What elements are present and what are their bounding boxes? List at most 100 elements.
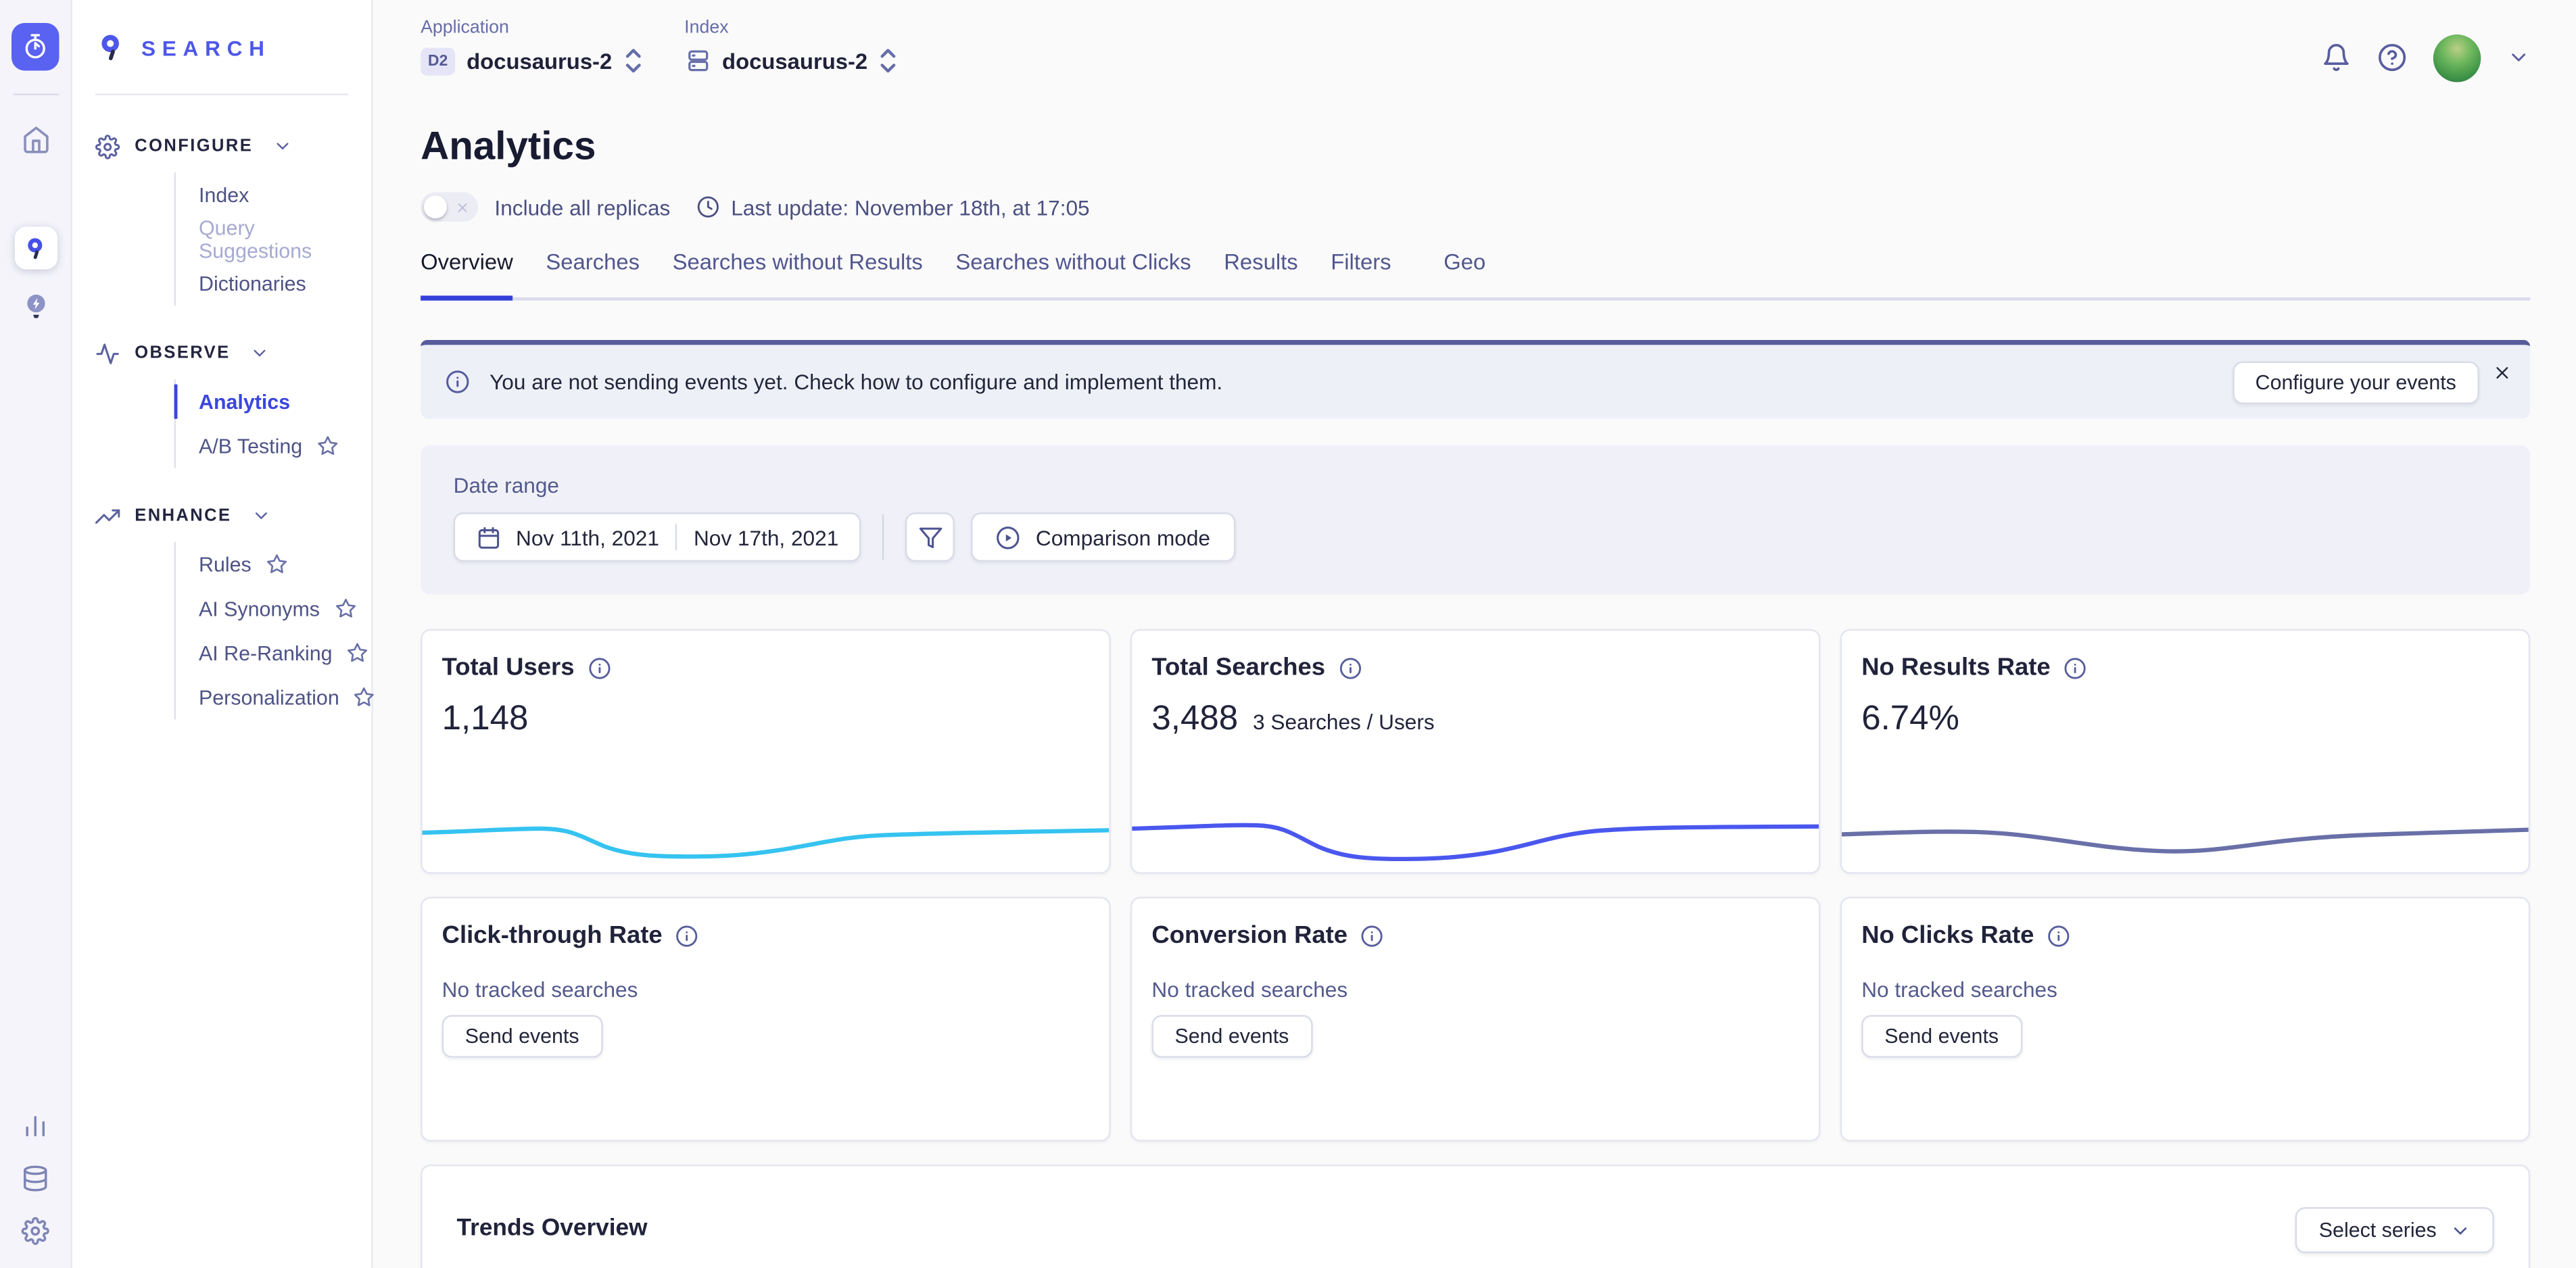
search-product-tile[interactable] (14, 226, 57, 269)
main-area: Application D2 docusaurus-2 Index (373, 0, 2576, 1268)
date-pipe-divider (675, 524, 677, 550)
search-logo[interactable]: SEARCH (72, 23, 371, 72)
card-title: Conversion Rate (1151, 921, 1347, 949)
info-icon[interactable] (675, 924, 698, 947)
application-selector[interactable]: D2 docusaurus-2 (421, 46, 642, 76)
date-range-picker[interactable]: Nov 11th, 2021 Nov 17th, 2021 (454, 512, 862, 562)
top-bar: Application D2 docusaurus-2 Index (421, 0, 2530, 110)
no-results-rate-card: No Results Rate 6.74% (1840, 629, 2531, 874)
total-users-card: Total Users 1,148 (421, 629, 1111, 874)
section-label: CONFIGURE (135, 137, 253, 156)
sidebar-item-query-suggestions[interactable]: Query Suggestions (176, 217, 371, 262)
icon-rail (0, 0, 72, 1268)
bar-chart-icon[interactable] (22, 1112, 49, 1140)
crawler-app-tile[interactable] (11, 23, 59, 70)
sidebar-item-personalization[interactable]: Personalization (176, 675, 371, 720)
info-icon[interactable] (1339, 656, 1362, 679)
no-clicks-rate-card: No Clicks Rate No tracked searches Send … (1840, 897, 2531, 1142)
sidebar-item-analytics[interactable]: Analytics (176, 379, 371, 424)
sidebar-item-index[interactable]: Index (176, 172, 371, 217)
include-replicas-toggle[interactable] (421, 192, 478, 222)
info-icon[interactable] (2047, 924, 2070, 947)
card-title: Total Searches (1151, 654, 1325, 681)
sidebar-item-ab-testing[interactable]: A/B Testing (176, 424, 371, 468)
events-banner: You are not sending events yet. Check ho… (421, 340, 2530, 419)
top-bar-actions (2322, 22, 2531, 94)
sidebar-item-ai-re-ranking[interactable]: AI Re-Ranking (176, 631, 371, 675)
tab-searches-without-clicks[interactable]: Searches without Clicks (955, 249, 1191, 300)
filter-button[interactable] (906, 512, 955, 562)
last-update-text: Last update: November 18th, at 17:05 (731, 195, 1089, 219)
nav-section-observe: OBSERVE Analytics A/B Testing (72, 337, 371, 468)
activity-icon (95, 341, 120, 365)
star-icon (347, 642, 368, 664)
close-icon[interactable] (2492, 363, 2512, 383)
gear-icon[interactable] (22, 1217, 49, 1245)
tab-geo[interactable]: Geo (1444, 249, 1485, 300)
comparison-mode-button[interactable]: Comparison mode (972, 512, 1235, 562)
calendar-icon (477, 525, 501, 549)
comparison-mode-label: Comparison mode (1036, 525, 1210, 549)
vertical-divider (883, 514, 884, 560)
stopwatch-icon (22, 33, 49, 61)
card-value: 1,148 (442, 700, 529, 739)
lightbulb-bolt-icon (20, 291, 50, 324)
section-header-observe[interactable]: OBSERVE (72, 337, 371, 370)
select-series-button[interactable]: Select series (2296, 1207, 2494, 1253)
tab-filters[interactable]: Filters (1331, 249, 1391, 300)
info-icon[interactable] (2064, 656, 2086, 679)
nav-section-configure: CONFIGURE Index Query Suggestions Dictio… (72, 130, 371, 306)
trends-overview-card: Trends Overview Select series (421, 1165, 2530, 1268)
info-icon[interactable] (588, 656, 611, 679)
index-label: Index (684, 18, 897, 38)
sidebar: SEARCH CONFIGURE (72, 0, 373, 1268)
user-avatar[interactable] (2433, 34, 2481, 81)
updown-chevron-icon (623, 46, 642, 76)
home-icon[interactable] (20, 125, 50, 155)
conversion-rate-card: Conversion Rate No tracked searches Send… (1130, 897, 1821, 1142)
index-selector[interactable]: docusaurus-2 (684, 46, 897, 76)
application-selector-group: Application D2 docusaurus-2 (421, 18, 642, 76)
recommend-product-tile[interactable] (20, 291, 50, 324)
empty-status-text: No tracked searches (442, 977, 1089, 1002)
tab-results[interactable]: Results (1224, 249, 1297, 300)
total-searches-card: Total Searches 3,488 3 Searches / Users (1130, 629, 1821, 874)
no-results-rate-sparkline (1842, 788, 2529, 864)
play-circle-icon (997, 525, 1021, 549)
replicas-toggle-row: Include all replicas Last update: Novemb… (421, 192, 2530, 222)
sidebar-item-ai-synonyms[interactable]: AI Synonyms (176, 587, 371, 631)
trending-up-icon (95, 504, 120, 528)
sidebar-item-dictionaries[interactable]: Dictionaries (176, 261, 371, 306)
chevron-down-icon (2450, 1219, 2471, 1241)
index-selector-group: Index docusaurus-2 (684, 18, 897, 76)
help-icon[interactable] (2377, 43, 2407, 72)
sidebar-item-rules[interactable]: Rules (176, 542, 371, 587)
star-icon (266, 554, 288, 575)
tab-searches-without-results[interactable]: Searches without Results (673, 249, 923, 300)
bell-icon[interactable] (2322, 43, 2352, 72)
tab-overview[interactable]: Overview (421, 249, 513, 300)
configure-events-button[interactable]: Configure your events (2233, 360, 2479, 403)
application-value: docusaurus-2 (467, 49, 612, 73)
send-events-button[interactable]: Send events (442, 1015, 602, 1058)
section-header-configure[interactable]: CONFIGURE (72, 130, 371, 163)
database-icon[interactable] (22, 1165, 49, 1192)
analytics-tabs: Overview Searches Searches without Resul… (421, 249, 2530, 300)
card-title: Total Users (442, 654, 575, 681)
empty-metric-cards-row: Click-through Rate No tracked searches S… (421, 897, 2530, 1142)
chevron-down-icon[interactable] (2507, 46, 2530, 69)
send-events-button[interactable]: Send events (1151, 1015, 1312, 1058)
star-icon (354, 687, 376, 708)
card-title: No Results Rate (1861, 654, 2051, 681)
card-value: 3,488 (1151, 700, 1238, 739)
index-icon (684, 47, 711, 74)
application-label: Application (421, 18, 642, 38)
date-range-label: Date range (454, 473, 2504, 497)
section-header-enhance[interactable]: ENHANCE (72, 499, 371, 533)
tab-searches[interactable]: Searches (546, 249, 640, 300)
info-icon (446, 370, 470, 394)
select-series-label: Select series (2319, 1219, 2437, 1242)
card-value: 6.74% (1861, 700, 1959, 739)
send-events-button[interactable]: Send events (1861, 1015, 2022, 1058)
info-icon[interactable] (1361, 924, 1384, 947)
